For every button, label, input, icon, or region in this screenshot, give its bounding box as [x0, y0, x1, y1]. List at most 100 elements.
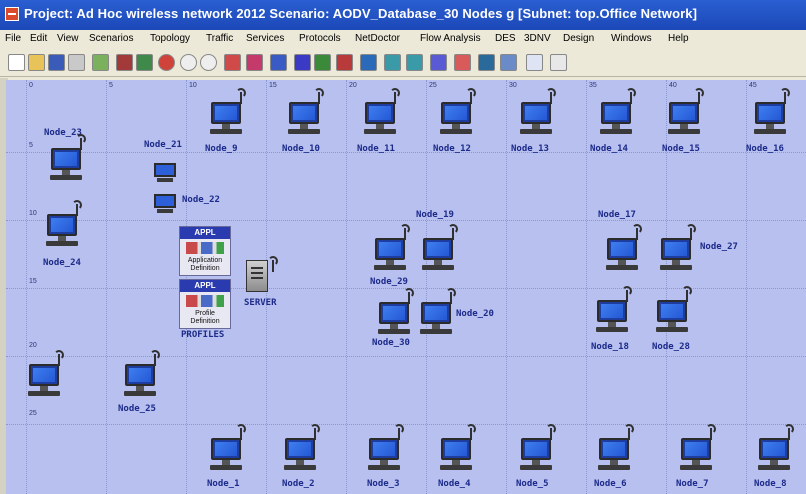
grid-tick: 5 — [109, 82, 113, 89]
monitor-icon — [755, 102, 785, 124]
link-icon[interactable] — [116, 54, 133, 71]
workstation-node-6[interactable] — [584, 424, 644, 484]
grid-tick: 0 — [29, 82, 33, 89]
flow-analysis-icon[interactable] — [478, 54, 495, 71]
node-label: Node_10 — [282, 144, 320, 154]
object-palette-icon[interactable] — [92, 54, 109, 71]
menu-file[interactable]: File — [5, 33, 21, 44]
app-def-caption: Application Definition — [187, 257, 223, 272]
monitor-icon — [369, 438, 399, 460]
monitor-icon — [125, 364, 155, 386]
appl-header: APPL — [180, 280, 230, 292]
node-label: Node_5 — [516, 479, 549, 489]
menu-edit[interactable]: Edit — [30, 33, 47, 44]
node-label: Node_3 — [367, 479, 400, 489]
grid-line — [346, 80, 347, 494]
workstation-node-8[interactable] — [744, 424, 804, 484]
monitor-icon — [521, 438, 551, 460]
configure-run-des-icon[interactable] — [294, 54, 311, 71]
link-view-icon[interactable] — [384, 54, 401, 71]
menu-help[interactable]: Help — [668, 33, 689, 44]
node-label: Node_1 — [207, 479, 240, 489]
open-icon[interactable] — [28, 54, 45, 71]
node-label: Node_22 — [182, 195, 220, 205]
server-node[interactable] — [246, 256, 278, 292]
workstation-node-26[interactable] — [14, 350, 74, 410]
workstation-node-4[interactable] — [426, 424, 486, 484]
menu-flow-analysis[interactable]: Flow Analysis — [420, 33, 481, 44]
new-project-icon[interactable] — [8, 54, 25, 71]
monitor-icon — [607, 238, 637, 260]
workstation-node-15[interactable] — [654, 88, 714, 148]
wireless-icon[interactable] — [430, 54, 447, 71]
results-browser-icon[interactable] — [500, 54, 517, 71]
network-workspace[interactable]: 0 5 10 15 20 25 30 35 40 45 5 10 15 20 2… — [6, 80, 806, 494]
import-traffic-icon[interactable] — [224, 54, 241, 71]
workstation-node-18[interactable] — [582, 286, 642, 346]
monitor-icon — [379, 302, 409, 324]
grid-line — [26, 80, 27, 494]
failure-icon[interactable] — [136, 54, 153, 71]
workstation-node-3[interactable] — [354, 424, 414, 484]
monitor-icon — [289, 102, 319, 124]
menu-netdoctor[interactable]: NetDoctor — [355, 33, 400, 44]
workstation-node-7[interactable] — [666, 424, 726, 484]
menu-scenarios[interactable]: Scenarios — [89, 33, 133, 44]
workstation-node-11[interactable] — [350, 88, 410, 148]
node-label: Node_24 — [43, 258, 81, 268]
antenna-icon — [268, 256, 278, 272]
menu-topology[interactable]: Topology — [150, 33, 190, 44]
workstation-node-17[interactable] — [592, 224, 652, 284]
workstation-node-19[interactable] — [408, 224, 468, 284]
workstation-node-28[interactable] — [642, 286, 702, 346]
menu-windows[interactable]: Windows — [611, 33, 652, 44]
workstation-node-27[interactable] — [646, 224, 706, 284]
node-label: Node_6 — [594, 479, 627, 489]
grid-tick: 15 — [29, 278, 37, 285]
edit-attributes-icon[interactable] — [526, 54, 543, 71]
node-label: Node_29 — [370, 277, 408, 287]
dnv-icon[interactable] — [454, 54, 471, 71]
workstation-node-1[interactable] — [196, 424, 256, 484]
menu-protocols[interactable]: Protocols — [299, 33, 341, 44]
import-ace-icon[interactable] — [246, 54, 263, 71]
menu-view[interactable]: View — [57, 33, 79, 44]
hide-graphs-icon[interactable] — [336, 54, 353, 71]
node-view-icon[interactable] — [406, 54, 423, 71]
workstation-node-23[interactable] — [36, 134, 96, 194]
zoom-out-icon[interactable] — [200, 54, 217, 71]
profile-config-node[interactable]: APPL Profile Definition — [179, 279, 231, 329]
node-label: Node_30 — [372, 338, 410, 348]
workstation-node-14[interactable] — [586, 88, 646, 148]
info-icon[interactable] — [550, 54, 567, 71]
monitor-icon — [365, 102, 395, 124]
workstation-node-13[interactable] — [506, 88, 566, 148]
workstation-node-22[interactable] — [154, 194, 176, 214]
menu-des[interactable]: DES — [495, 33, 516, 44]
menu-design[interactable]: Design — [563, 33, 594, 44]
zoom-in-icon[interactable] — [180, 54, 197, 71]
workstation-node-2[interactable] — [270, 424, 330, 484]
workstation-node-10[interactable] — [274, 88, 334, 148]
monitor-icon — [375, 238, 405, 260]
workstation-node-16[interactable] — [740, 88, 800, 148]
menu-3dnv[interactable]: 3DNV — [524, 33, 551, 44]
monitor-icon — [29, 364, 59, 386]
workstation-node-5[interactable] — [506, 424, 566, 484]
menu-traffic[interactable]: Traffic — [206, 33, 233, 44]
workstation-node-9[interactable] — [196, 88, 256, 148]
vne-icon[interactable] — [270, 54, 287, 71]
topology-icon[interactable] — [360, 54, 377, 71]
node-label: Node_16 — [746, 144, 784, 154]
view-results-icon[interactable] — [314, 54, 331, 71]
save-icon[interactable] — [48, 54, 65, 71]
application-config-node[interactable]: APPL Application Definition — [179, 226, 231, 276]
node-label: Node_7 — [676, 479, 709, 489]
workstation-node-12[interactable] — [426, 88, 486, 148]
workstation-node-21[interactable] — [154, 163, 176, 183]
print-icon[interactable] — [68, 54, 85, 71]
workstation-node-24[interactable] — [32, 200, 92, 260]
menu-services[interactable]: Services — [246, 33, 284, 44]
workstation-node-25[interactable] — [110, 350, 170, 410]
fail-recover-icon[interactable] — [158, 54, 175, 71]
